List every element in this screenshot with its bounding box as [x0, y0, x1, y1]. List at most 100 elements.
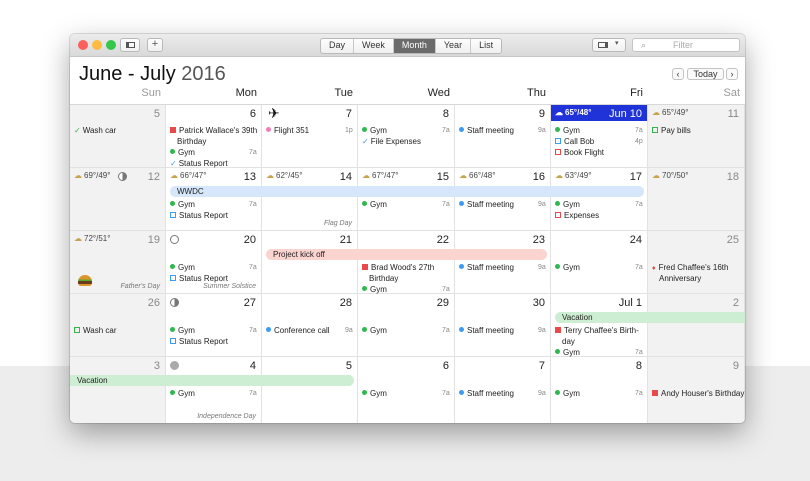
sidebar-toggle-button[interactable]	[120, 38, 140, 52]
event-item[interactable]: Staff meeting 9a	[459, 125, 546, 136]
event-item[interactable]: Staff meeting 9a	[459, 199, 546, 210]
event-item[interactable]: Gym 7a	[170, 325, 257, 336]
day-cell[interactable]: 18 ☁ 70°/50°	[648, 168, 745, 231]
event-item[interactable]: Gym 7a	[555, 262, 643, 273]
day-cell[interactable]: 8 Gym 7a	[551, 357, 648, 423]
day-cell[interactable]: 17 ☁ 63°/49° Gym 7a Expenses	[551, 168, 648, 231]
event-dot	[362, 201, 367, 206]
view-day-button[interactable]: Day	[321, 39, 355, 53]
day-cell[interactable]: 7 ✈ Flight 351 1p	[262, 105, 358, 168]
minimize-button[interactable]	[92, 40, 102, 50]
day-cell[interactable]: 6 Patrick Wallace's 39th Birthday Gym 7a ✓ Sta…	[166, 105, 262, 168]
day-cell[interactable]: 16 ☁ 66°/48° Staff meeting 9a	[455, 168, 551, 231]
today-button[interactable]: Today	[687, 68, 724, 80]
event-time: 7a	[442, 390, 450, 397]
day-number: 9	[538, 108, 545, 120]
event-item[interactable]: Gym 7a	[555, 388, 643, 399]
event-item-continued[interactable]: Anniversary	[652, 273, 701, 284]
day-cell[interactable]: 30 Staff meeting 9a	[455, 294, 551, 357]
event-item[interactable]: Status Report	[170, 210, 228, 221]
next-button[interactable]: ›	[726, 68, 738, 80]
event-item[interactable]: Andy Houser's Birthday	[652, 388, 744, 399]
day-number: 18	[726, 171, 739, 183]
view-month-button[interactable]: Month	[393, 39, 436, 53]
event-item[interactable]: Flight 351 1p	[266, 125, 353, 136]
event-item[interactable]: Gym 7a	[555, 199, 643, 210]
day-cell[interactable]: 21	[262, 231, 358, 294]
event-item-continued[interactable]: Birthday	[170, 136, 206, 147]
day-cell[interactable]: 6 Gym 7a	[358, 357, 455, 423]
day-cell[interactable]: 3	[70, 357, 166, 423]
multiday-event-bar[interactable]: Vacation	[555, 312, 745, 323]
day-cell[interactable]: Jun 10 ☁ 65°/48° Gym 7a Call Bob 4p Book Flight	[551, 105, 648, 168]
event-item[interactable]: Book Flight	[555, 147, 604, 158]
event-item[interactable]: Gym 7a	[170, 262, 257, 273]
close-button[interactable]	[78, 40, 88, 50]
zoom-button[interactable]	[106, 40, 116, 50]
day-cell[interactable]: 12 ☁ 69°/49°	[70, 168, 166, 231]
event-item[interactable]: Wash car	[74, 325, 117, 336]
multiday-event-bar[interactable]: Project kick off	[266, 249, 547, 260]
inspector-toggle-button[interactable]: ▾	[592, 38, 626, 52]
event-item[interactable]: Gym 7a	[362, 199, 450, 210]
day-cell[interactable]: 29 Gym 7a	[358, 294, 455, 357]
day-cell[interactable]: 27 Gym 7a Status Report	[166, 294, 262, 357]
event-title: Status Report	[179, 337, 228, 346]
day-cell[interactable]: 9 Staff meeting 9a	[455, 105, 551, 168]
event-item[interactable]: Gym 7a	[555, 125, 643, 136]
event-item[interactable]: ✓ File Expenses	[362, 136, 421, 147]
prev-button[interactable]: ‹	[672, 68, 684, 80]
day-cell[interactable]: 14 ☁ 62°/45° Flag Day	[262, 168, 358, 231]
day-cell[interactable]: 23 Staff meeting 9a	[455, 231, 551, 294]
day-cell[interactable]: 9 Andy Houser's Birthday	[648, 357, 745, 423]
event-item[interactable]: Gym 7a	[170, 147, 257, 158]
day-number: 11	[727, 108, 739, 120]
event-item[interactable]: Patrick Wallace's 39th	[170, 125, 257, 136]
event-item[interactable]: Conference call 9a	[266, 325, 353, 336]
event-item[interactable]: Staff meeting 9a	[459, 325, 546, 336]
day-cell[interactable]: 28 Conference call 9a	[262, 294, 358, 357]
view-week-button[interactable]: Week	[354, 39, 394, 53]
event-item-continued[interactable]: Birthday	[362, 273, 398, 284]
search-field[interactable]: ⌕ Filter	[632, 38, 740, 52]
day-cell[interactable]: 19 ☁ 72°/51° Father's Day	[70, 231, 166, 294]
event-item[interactable]: Staff meeting 9a	[459, 262, 546, 273]
event-dot	[170, 201, 175, 206]
event-item[interactable]: Staff meeting 9a	[459, 388, 546, 399]
day-cell[interactable]: 20 Gym 7a Status Report Summer Solstice	[166, 231, 262, 294]
day-cell[interactable]: 5 ✓ Wash car	[70, 105, 166, 168]
view-year-button[interactable]: Year	[436, 39, 472, 53]
event-item[interactable]: Pay bills	[652, 125, 691, 136]
day-cell[interactable]: 15 ☁ 67°/47° Gym 7a	[358, 168, 455, 231]
event-item-continued[interactable]: day	[555, 336, 575, 347]
view-list-button[interactable]: List	[471, 39, 501, 53]
event-item[interactable]: Terry Chaffee's Birth-	[555, 325, 639, 336]
event-item[interactable]: Brad Wood's 27th	[362, 262, 434, 273]
day-cell[interactable]: 26 Wash car	[70, 294, 166, 357]
event-item[interactable]: Gym 7a	[362, 388, 450, 399]
event-item[interactable]: Gym 7a	[170, 388, 257, 399]
add-event-button[interactable]: +	[147, 38, 163, 52]
day-cell[interactable]: 22 Brad Wood's 27th Birthday Gym 7a	[358, 231, 455, 294]
day-cell[interactable]: Jul 1 Terry Chaffee's Birth-day Gym 7a	[551, 294, 648, 357]
multiday-event-bar[interactable]: WWDC	[170, 186, 644, 197]
day-cell[interactable]: 13 ☁ 66°/47° Gym 7a Status Report	[166, 168, 262, 231]
day-cell[interactable]: 2	[648, 294, 745, 357]
day-cell[interactable]: 8 Gym 7a ✓ File Expenses	[358, 105, 455, 168]
event-item[interactable]: Gym 7a	[362, 125, 450, 136]
multiday-event-bar[interactable]: Vacation	[70, 375, 354, 386]
day-cell[interactable]: 25 ♦ Fred Chaffee's 16th Anniversary	[648, 231, 745, 294]
event-item[interactable]: Call Bob 4p	[555, 136, 643, 147]
day-cell[interactable]: 7 Staff meeting 9a	[455, 357, 551, 423]
day-cell[interactable]: 5	[262, 357, 358, 423]
event-item[interactable]: Gym 7a	[362, 325, 450, 336]
day-cell[interactable]: 11 ☁ 65°/49° Pay bills	[648, 105, 745, 168]
day-cell[interactable]: 4 Gym 7a Independence Day	[166, 357, 262, 423]
day-cell[interactable]: 24 Gym 7a	[551, 231, 648, 294]
event-dot	[555, 264, 560, 269]
event-item[interactable]: Gym 7a	[170, 199, 257, 210]
event-item[interactable]: ✓ Wash car	[74, 125, 116, 136]
event-item[interactable]: Expenses	[555, 210, 599, 221]
day-number: 16	[532, 171, 545, 183]
event-item[interactable]: Status Report	[170, 336, 228, 347]
